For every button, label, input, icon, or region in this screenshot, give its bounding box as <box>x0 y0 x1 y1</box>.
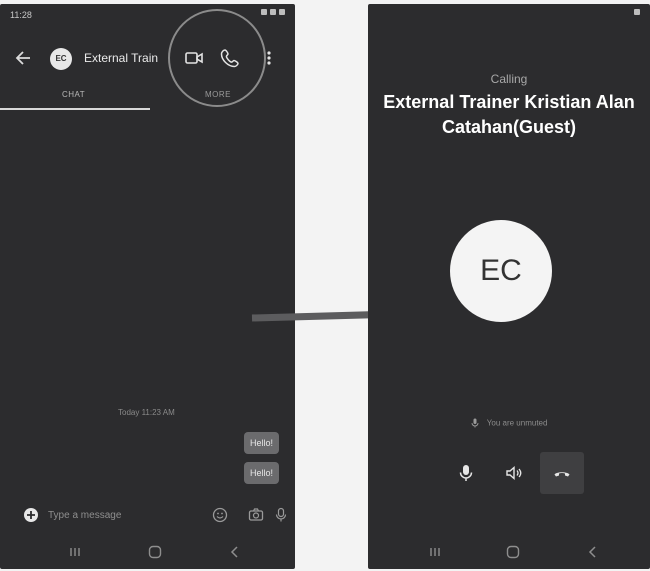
call-status-label: Calling <box>490 72 528 86</box>
mute-status-row: You are unmuted <box>368 418 650 428</box>
microphone-icon[interactable] <box>275 507 287 523</box>
message-input[interactable] <box>48 504 198 526</box>
system-nav-bar <box>368 535 650 569</box>
mute-status-text: You are unmuted <box>486 418 548 428</box>
caller-avatar: EC <box>450 220 552 322</box>
active-tab-indicator <box>0 108 150 110</box>
chat-title[interactable]: External Train <box>84 51 158 65</box>
chat-tabs: CHAT MORE <box>0 82 295 112</box>
calling-screen: Calling External Trainer Kristian Alan C… <box>368 4 650 569</box>
message-timestamp: Today 11:23 AM <box>118 408 175 417</box>
hang-up-button[interactable] <box>540 452 584 494</box>
message-bubble[interactable]: Hello! <box>243 462 279 484</box>
mic-status-icon <box>471 418 479 428</box>
back-nav-icon[interactable] <box>584 545 602 559</box>
tab-chat[interactable]: CHAT <box>62 90 85 99</box>
recent-apps-icon[interactable] <box>66 545 84 559</box>
recent-apps-icon[interactable] <box>426 545 444 559</box>
system-nav-bar <box>0 535 295 569</box>
message-bubble[interactable]: Hello! <box>243 432 279 454</box>
caller-name: External Trainer Kristian Alan Catahan(G… <box>383 92 635 137</box>
call-controls <box>368 452 650 496</box>
emoji-icon[interactable] <box>212 507 228 523</box>
home-icon[interactable] <box>504 545 522 559</box>
back-arrow-icon[interactable] <box>14 48 34 68</box>
message-composer <box>0 500 295 532</box>
speaker-button[interactable] <box>492 452 536 494</box>
status-time: 11:28 <box>10 10 32 20</box>
contact-avatar[interactable]: EC <box>50 48 72 70</box>
status-icons <box>634 9 640 15</box>
chat-screen: 11:28 EC External Train CHAT MORE Today … <box>0 4 295 569</box>
home-icon[interactable] <box>146 545 164 559</box>
tab-more[interactable]: MORE <box>205 90 231 99</box>
back-nav-icon[interactable] <box>226 545 244 559</box>
camera-icon[interactable] <box>248 507 264 523</box>
status-icons <box>261 9 285 15</box>
mute-button[interactable] <box>444 452 488 494</box>
compose-extras-icon[interactable] <box>22 506 40 524</box>
status-bar <box>368 4 650 24</box>
status-bar: 11:28 <box>0 4 295 24</box>
